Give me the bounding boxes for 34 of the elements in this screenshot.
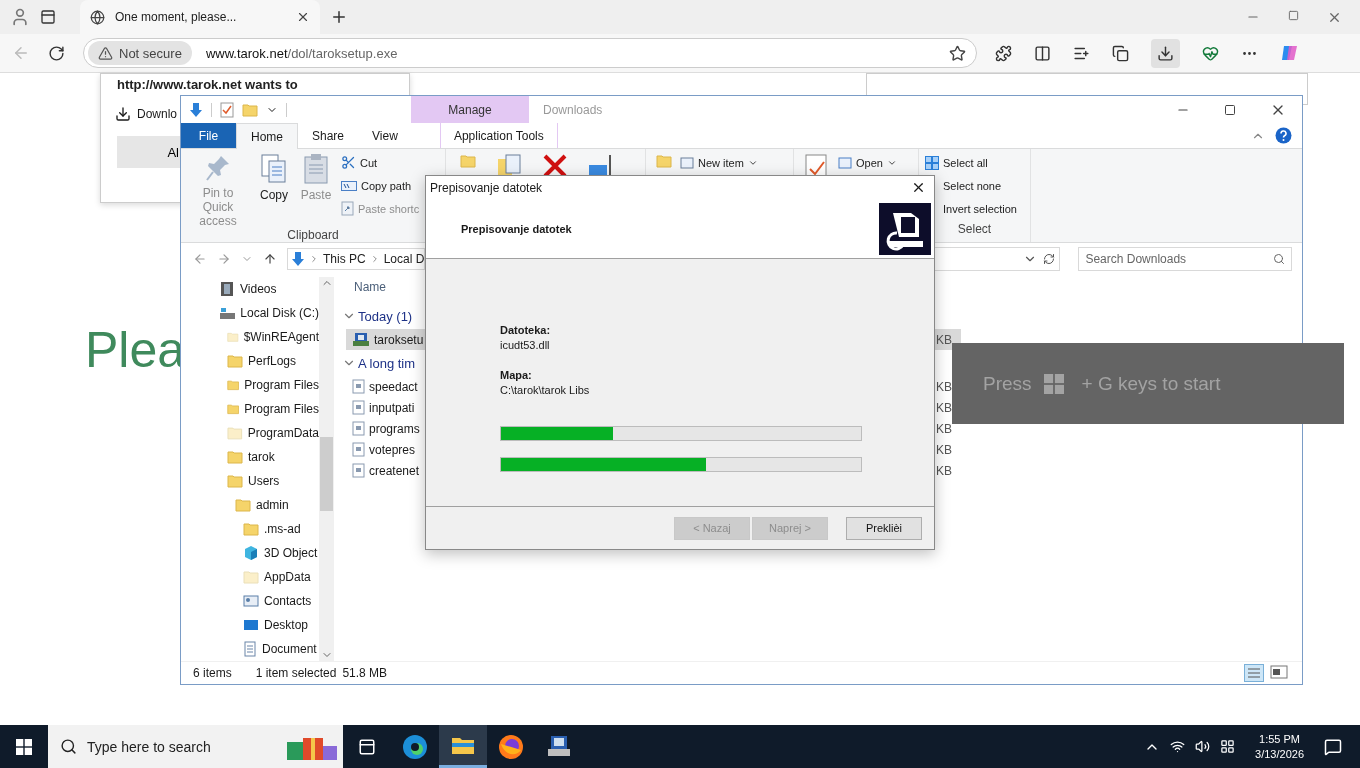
url-text: www.tarok.net/dol/taroksetup.exe bbox=[205, 45, 399, 61]
selection-size: 51.8 MB bbox=[342, 666, 388, 680]
tab-title: One moment, please... bbox=[115, 10, 238, 24]
file-size: KB bbox=[936, 442, 952, 457]
file-name: taroksetu bbox=[374, 332, 424, 347]
context-tab-header: Manage bbox=[411, 96, 529, 123]
selection-info: 1 item selected bbox=[255, 666, 337, 680]
file-name: inputpati bbox=[369, 400, 415, 415]
hint-text: + G keys to start bbox=[1081, 372, 1221, 395]
file-size: KB bbox=[936, 332, 952, 347]
page-heading: Plea bbox=[85, 321, 186, 379]
dialog-title: Prepisovanje datotek bbox=[430, 180, 543, 195]
field-label: Mapa: bbox=[500, 369, 533, 381]
item-count: 6 items bbox=[193, 666, 232, 680]
file-name: createnet bbox=[369, 463, 420, 478]
dialog-heading: Prepisovanje datotek bbox=[461, 222, 572, 235]
search-placeholder: Type here to search bbox=[87, 738, 211, 755]
security-label: Not secure bbox=[119, 45, 182, 61]
file-name: votepres bbox=[369, 442, 416, 457]
window-title: Downloads bbox=[542, 101, 603, 119]
field-value: icudt53.dll bbox=[500, 339, 551, 351]
file-size: KB bbox=[936, 421, 952, 436]
group-label: Select bbox=[956, 222, 993, 238]
prompt-title: http://www.tarok.net wants to bbox=[117, 77, 299, 92]
field-value: C:\tarok\tarok Libs bbox=[500, 384, 591, 396]
file-size: KB bbox=[936, 379, 952, 394]
file-name: programs bbox=[369, 421, 420, 436]
file-name: speedact bbox=[369, 379, 418, 394]
group-label: Clipboard bbox=[286, 228, 340, 242]
file-size: KB bbox=[936, 400, 952, 415]
hint-text: Press bbox=[983, 372, 1032, 395]
file-size: KB bbox=[936, 463, 952, 478]
field-label: Datoteka: bbox=[500, 324, 552, 336]
prompt-item: Downlo bbox=[137, 107, 178, 121]
